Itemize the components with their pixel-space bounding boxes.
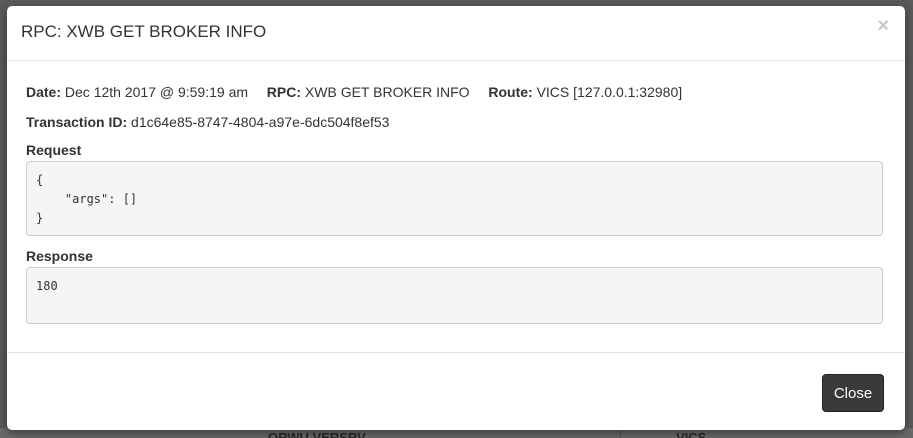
meta-line-transaction: Transaction ID: d1c64e85-8747-4804-a97e-… (26, 112, 883, 132)
close-button[interactable]: Close (822, 374, 884, 412)
modal-body: Date: Dec 12th 2017 @ 9:59:19 am RPC: XW… (26, 82, 883, 324)
date-value: Dec 12th 2017 @ 9:59:19 am (64, 84, 249, 100)
route-label: Route: (488, 84, 533, 100)
request-label: Request (26, 142, 82, 158)
route-value: VICS [127.0.0.1:32980] (536, 84, 683, 100)
modal-header: RPC: XWB GET BROKER INFO × (7, 6, 905, 61)
response-label: Response (26, 248, 93, 264)
transaction-id-label: Transaction ID: (26, 114, 128, 130)
rpc-detail-modal: RPC: XWB GET BROKER INFO × Date: Dec 12t… (7, 6, 905, 430)
background-cell-rpc: ORWU VERSRV (268, 430, 366, 438)
rpc-label: RPC: (266, 84, 302, 100)
modal-title: RPC: XWB GET BROKER INFO (21, 22, 267, 41)
rpc-value: XWB GET BROKER INFO (304, 84, 470, 100)
date-label: Date: (26, 84, 62, 100)
modal-footer: Close (7, 352, 905, 430)
response-body[interactable]: 180 (26, 267, 883, 324)
close-icon[interactable]: × (877, 16, 889, 36)
request-body[interactable]: { "args": [] } (26, 161, 883, 236)
transaction-id-value: d1c64e85-8747-4804-a97e-6dc504f8ef53 (131, 114, 390, 130)
meta-line-summary: Date: Dec 12th 2017 @ 9:59:19 am RPC: XW… (26, 82, 883, 102)
background-cell-route: VICS (676, 430, 707, 438)
